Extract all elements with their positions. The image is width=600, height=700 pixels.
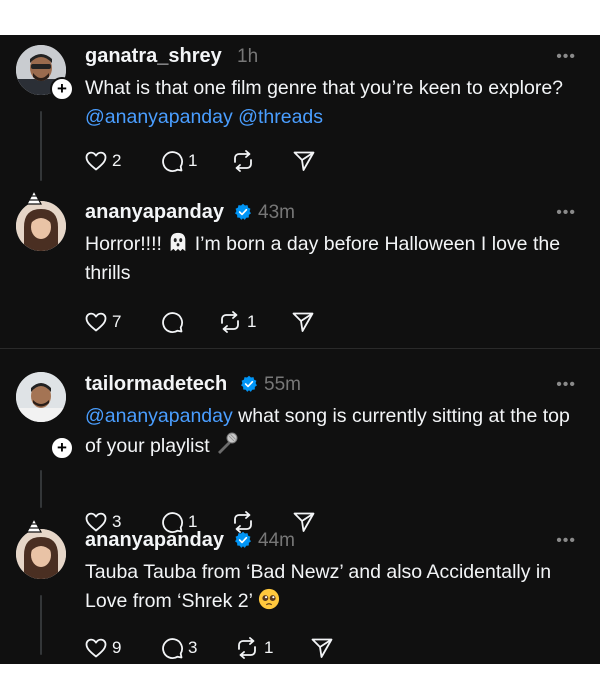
post-tailormadetech: + tailormadetech 55m ••• @ananyapanday w…	[0, 349, 600, 533]
post-reply-ananyapanday-2: ananyapanday 44m ••• Tauba Tauba from ‘B…	[0, 509, 600, 664]
username[interactable]: ananyapanday	[85, 201, 224, 224]
timestamp: 1h	[237, 46, 259, 67]
send-icon	[293, 151, 315, 171]
verified-badge-icon	[235, 531, 251, 548]
heart-icon	[85, 312, 107, 332]
comment-icon	[162, 312, 183, 333]
party-hat-icon	[25, 517, 43, 533]
follow-plus-button[interactable]: +	[50, 436, 74, 460]
verified-badge-icon	[235, 203, 251, 220]
reply-count: 3	[188, 638, 198, 657]
microphone-emoji-icon	[218, 432, 238, 454]
thread-line	[40, 470, 42, 508]
repost-icon	[234, 150, 252, 172]
share-button[interactable]	[292, 148, 316, 174]
send-icon	[292, 312, 314, 332]
avatar[interactable]	[16, 529, 66, 579]
reply-count: 1	[188, 151, 198, 170]
timestamp: 55m	[264, 374, 301, 395]
timestamp: 43m	[258, 202, 295, 223]
more-options-icon[interactable]: •••	[556, 533, 576, 549]
avatar-image	[16, 529, 66, 579]
thread-line	[40, 111, 42, 181]
reply-button[interactable]: 1	[160, 148, 197, 174]
repost-button[interactable]: 1	[234, 635, 273, 661]
thread-line	[40, 595, 42, 655]
post-text: What is that one film genre that you’re …	[85, 74, 585, 132]
comment-icon	[162, 151, 183, 172]
verified-badge-icon	[241, 375, 257, 392]
repost-icon	[238, 637, 256, 659]
timestamp: 44m	[258, 530, 295, 551]
post-text-part: Tauba Tauba from ‘Bad Newz’ and also Acc…	[85, 561, 552, 612]
more-options-icon[interactable]: •••	[556, 377, 576, 393]
comment-icon	[162, 638, 183, 659]
more-options-icon[interactable]: •••	[556, 205, 576, 221]
post-text-part: What is that one film genre that you’re …	[85, 77, 564, 99]
repost-count: 1	[264, 638, 274, 657]
pleading-face-emoji-icon	[258, 588, 279, 610]
post-text: @ananyapanday what song is currently sit…	[85, 402, 585, 461]
like-button[interactable]: 9	[84, 635, 121, 661]
like-count: 9	[112, 638, 122, 657]
party-hat-icon	[25, 189, 43, 205]
reply-button[interactable]: 3	[160, 635, 197, 661]
avatar[interactable]	[16, 372, 66, 422]
like-count: 2	[112, 151, 122, 170]
like-button[interactable]: 2	[84, 148, 121, 174]
post-text: Horror!!!! I’m born a day before Hallowe…	[85, 230, 585, 288]
username[interactable]: ganatra_shrey	[85, 45, 222, 68]
screenshot-canvas: + ganatra_shrey 1h ••• What is that one …	[0, 0, 600, 700]
heart-icon	[85, 151, 107, 171]
send-icon	[311, 638, 333, 658]
repost-count: 1	[247, 312, 257, 331]
follow-plus-button[interactable]: +	[50, 77, 74, 101]
post-ganatra-shrey: + ganatra_shrey 1h ••• What is that one …	[0, 35, 600, 191]
share-button[interactable]	[310, 635, 334, 661]
more-options-icon[interactable]: •••	[556, 49, 576, 65]
mention-link[interactable]: @ananyapanday	[85, 405, 233, 427]
avatar[interactable]	[16, 201, 66, 251]
avatar-image	[16, 372, 66, 422]
share-button[interactable]	[291, 309, 315, 335]
threads-feed: + ganatra_shrey 1h ••• What is that one …	[0, 35, 600, 664]
avatar-image	[16, 201, 66, 251]
ghost-emoji-icon	[171, 232, 186, 252]
mention-link[interactable]: @threads	[238, 106, 323, 128]
post-reply-ananyapanday: ananyapanday 43m ••• Horror!!!! I’m born…	[0, 189, 600, 348]
post-text-part: Horror!!!!	[85, 233, 168, 255]
post-text: Tauba Tauba from ‘Bad Newz’ and also Acc…	[85, 558, 585, 616]
heart-icon	[85, 638, 107, 658]
username[interactable]: tailormadetech	[85, 373, 227, 396]
like-count: 7	[112, 312, 122, 331]
like-button[interactable]: 7	[84, 309, 121, 335]
repost-button[interactable]: 1	[217, 309, 256, 335]
reply-button[interactable]	[160, 309, 188, 335]
repost-button[interactable]	[230, 148, 260, 174]
username[interactable]: ananyapanday	[85, 529, 224, 552]
mention-link[interactable]: @ananyapanday	[85, 106, 233, 128]
repost-icon	[221, 311, 239, 333]
